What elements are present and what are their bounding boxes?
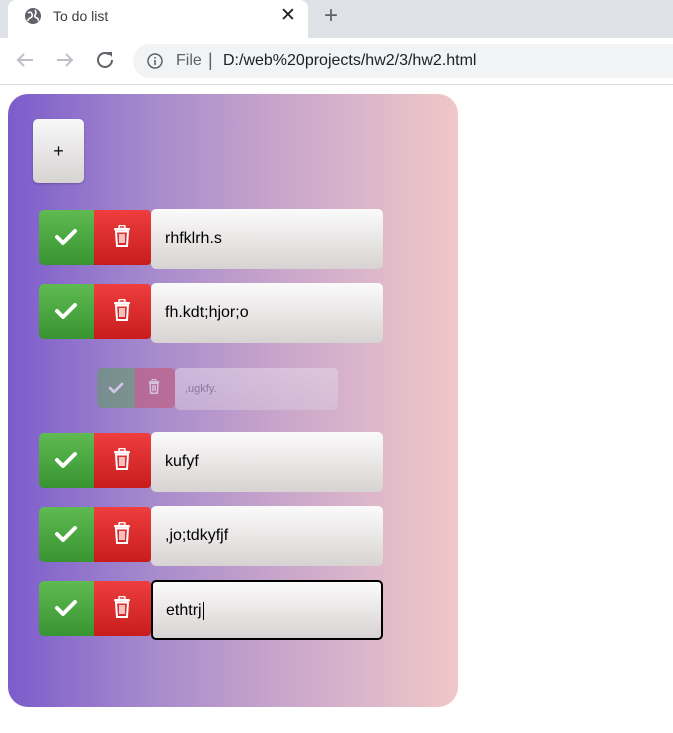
check-icon [108, 382, 124, 394]
task-label: kufyf [165, 453, 199, 470]
complete-task-button[interactable] [39, 433, 94, 488]
task-text[interactable]: rhfklrh.s [151, 209, 383, 269]
url-text[interactable]: D:/web%20projects/hw2/3/hw2.html [223, 52, 476, 70]
task-label: ,ugkfy. [185, 383, 217, 395]
complete-task-button[interactable] [97, 368, 135, 408]
check-icon [55, 600, 77, 616]
delete-task-button[interactable] [94, 210, 151, 265]
task-text[interactable]: fh.kdt;hjor;o [151, 283, 383, 343]
task-label: rhfklrh.s [165, 230, 222, 247]
forward-arrow-icon[interactable] [53, 48, 77, 72]
trash-icon [114, 448, 130, 470]
scheme-label: File [176, 52, 202, 69]
browser-tab[interactable]: To do list ✕ [8, 0, 308, 38]
check-icon [55, 303, 77, 319]
tab-strip: To do list ✕ + [0, 0, 673, 38]
task-label: fh.kdt;hjor;o [165, 304, 249, 321]
complete-task-button[interactable] [39, 284, 94, 339]
task-text[interactable]: kufyf [151, 432, 383, 492]
trash-icon [114, 225, 130, 247]
delete-task-button[interactable] [94, 581, 151, 636]
text-cursor [202, 601, 204, 620]
task-text[interactable]: ,jo;tdkyfjf [151, 506, 383, 566]
task-label: ,jo;tdkyfjf [165, 527, 229, 544]
tab-title: To do list [53, 8, 109, 24]
trash-icon [148, 379, 160, 394]
back-arrow-icon[interactable] [13, 48, 37, 72]
trash-icon [114, 299, 130, 321]
trash-icon [114, 596, 130, 618]
reload-icon[interactable] [93, 48, 117, 72]
complete-task-button[interactable] [39, 581, 94, 636]
delete-task-button[interactable] [94, 284, 151, 339]
complete-task-button[interactable] [39, 210, 94, 265]
info-icon[interactable] [147, 53, 163, 69]
check-icon [55, 526, 77, 542]
check-icon [55, 229, 77, 245]
delete-task-button[interactable] [135, 368, 175, 408]
task-text[interactable]: ,ugkfy. [175, 368, 338, 410]
check-icon [55, 452, 77, 468]
task-row: rhfklrh.s [39, 209, 385, 271]
complete-task-button[interactable] [39, 507, 94, 562]
trash-icon [114, 522, 130, 544]
delete-task-button[interactable] [94, 507, 151, 562]
globe-icon [25, 8, 41, 24]
task-row: fh.kdt;hjor;o [39, 283, 385, 345]
task-row: ethtrj [39, 580, 385, 642]
task-label: ethtrj [166, 602, 202, 619]
task-row: kufyf [39, 432, 385, 494]
browser-toolbar: File | D:/web%20projects/hw2/3/hw2.html [0, 38, 673, 85]
url-separator: | [208, 50, 213, 70]
new-tab-button[interactable]: + [324, 4, 338, 28]
delete-task-button[interactable] [94, 433, 151, 488]
task-row: ,jo;tdkyfjf [39, 506, 385, 568]
address-bar[interactable]: File | D:/web%20projects/hw2/3/hw2.html [133, 44, 673, 78]
task-text[interactable]: ethtrj [151, 580, 383, 640]
add-task-button[interactable]: + [33, 119, 84, 183]
tab-close-icon[interactable]: ✕ [280, 5, 296, 27]
task-row: ,ugkfy. [97, 368, 342, 430]
